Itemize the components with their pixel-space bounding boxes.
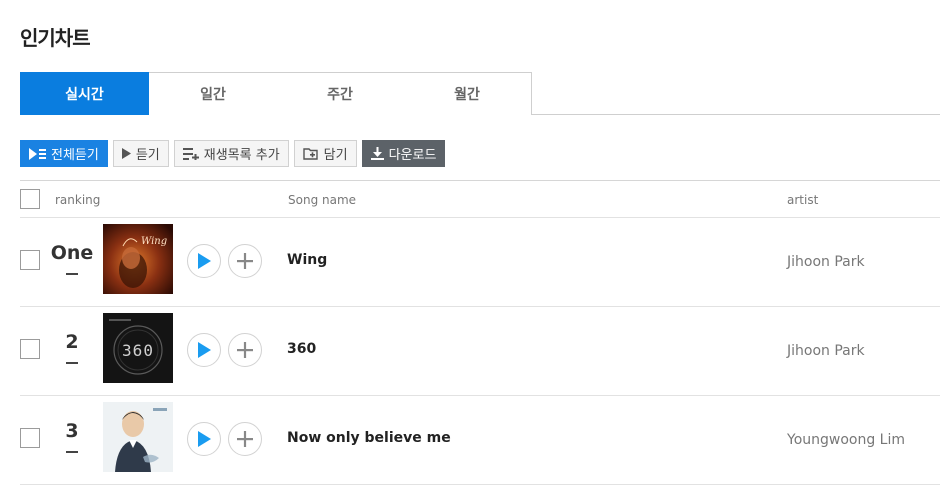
period-tabs: 실시간 일간 주간 월간 [20, 72, 940, 115]
play-icon [198, 431, 211, 447]
song-checkbox[interactable] [20, 428, 40, 448]
song-title[interactable]: Now only believe me [287, 430, 451, 446]
action-toolbar: 전체듣기 듣기 재생목록 추가 담기 다운로드 [20, 140, 446, 167]
listen-label: 듣기 [135, 148, 160, 163]
cover-lettering: 360 [122, 341, 154, 360]
artist-name[interactable]: Jihoon Park [787, 254, 865, 270]
add-playlist-button[interactable]: 재생목록 추가 [173, 140, 289, 167]
download-label: 다운로드 [388, 148, 437, 163]
rank-unchanged-indicator [66, 451, 78, 453]
plus-icon [237, 431, 253, 447]
chart-header-row: ranking Song name artist [20, 180, 940, 218]
add-button[interactable] [228, 333, 262, 367]
play-button[interactable] [187, 244, 221, 278]
song-title[interactable]: Wing [287, 252, 327, 268]
plus-icon [237, 342, 253, 358]
ranking-column-header: ranking [55, 193, 101, 207]
album-cover[interactable]: Wing [103, 224, 173, 294]
360-cover-art: 360 [103, 313, 173, 383]
rank-number: 2 [65, 331, 79, 353]
play-button[interactable] [187, 422, 221, 456]
rank-number: One [50, 242, 94, 264]
rank-unchanged-indicator [66, 273, 78, 275]
song-column-header: Song name [288, 193, 357, 207]
tab-weekly[interactable]: 주간 [276, 72, 405, 115]
add-playlist-label: 재생목록 추가 [203, 148, 280, 163]
song-title[interactable]: 360 [287, 341, 316, 357]
cover-lettering: Wing [141, 236, 167, 247]
play-all-label: 전체듣기 [51, 148, 99, 163]
song-checkbox[interactable] [20, 339, 40, 359]
folder-add-icon [302, 148, 318, 160]
listen-button[interactable]: 듣기 [112, 140, 169, 167]
add-button[interactable] [228, 422, 262, 456]
save-label: 담기 [323, 148, 348, 163]
song-row: 3 Now only believe me Youngwoong Lim [20, 396, 940, 485]
tab-realtime[interactable]: 실시간 [20, 72, 149, 115]
play-button[interactable] [187, 333, 221, 367]
song-row: 2 360 360 Jihoon Park [20, 307, 940, 396]
page-title: 인기차트 [20, 26, 91, 50]
save-button[interactable]: 담기 [293, 140, 357, 167]
song-row: One Wing Wing Jihoon Park [20, 218, 940, 307]
album-cover[interactable] [103, 402, 173, 472]
play-icon [198, 342, 211, 358]
artist-name[interactable]: Jihoon Park [787, 343, 865, 359]
album-cover[interactable]: 360 [103, 313, 173, 383]
playlist-add-icon [182, 147, 199, 160]
rank-number: 3 [65, 420, 79, 442]
song-checkbox[interactable] [20, 250, 40, 270]
wing-cover-art: Wing [103, 224, 173, 294]
tab-daily[interactable]: 일간 [149, 72, 278, 115]
tab-monthly[interactable]: 월간 [403, 72, 532, 115]
download-button[interactable]: 다운로드 [361, 140, 446, 167]
play-icon [198, 253, 211, 269]
select-all-checkbox[interactable] [20, 189, 40, 209]
add-button[interactable] [228, 244, 262, 278]
download-icon [370, 147, 384, 160]
play-icon [121, 148, 131, 159]
play-list-icon [29, 147, 46, 160]
plus-icon [237, 253, 253, 269]
play-all-button[interactable]: 전체듣기 [20, 140, 108, 167]
rank-unchanged-indicator [66, 362, 78, 364]
artist-column-header: artist [787, 193, 819, 207]
artist-name[interactable]: Youngwoong Lim [787, 432, 905, 448]
portrait-cover-art [103, 402, 173, 472]
